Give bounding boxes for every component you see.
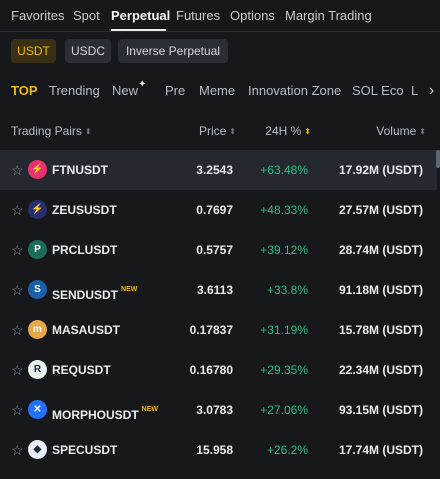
last-price: 3.6113: [196, 283, 233, 297]
pair-symbol-text: SPECUSDT: [52, 443, 118, 457]
change-24h: +29.35%: [260, 363, 308, 377]
category-filter-row: TOP Trending New ✦ Pre Meme Innovation Z…: [0, 78, 440, 104]
chip-usdc[interactable]: USDC: [65, 39, 111, 63]
scrollbar-thumb[interactable]: [436, 150, 440, 168]
table-row[interactable]: ☆ S SENDUSDT NEW 3.6113 +33.8% 91.18M (USDT): [0, 270, 437, 310]
volume-24h: 17.74M (USDT): [338, 443, 423, 457]
table-row[interactable]: ☆ ⚡ ZEUSUSDT 0.7697 +48.33% 27.57M (USDT): [0, 190, 437, 230]
favorite-star-icon[interactable]: ☆: [11, 162, 24, 178]
filter-new[interactable]: New: [112, 84, 138, 98]
chip-inverse-perpetual[interactable]: Inverse Perpetual: [118, 39, 228, 63]
tab-favorites[interactable]: Favorites: [11, 8, 64, 24]
header-24h-change[interactable]: 24H % ⬍: [265, 124, 311, 139]
pair-symbol: ZEUSUSDT: [52, 203, 117, 217]
table-row[interactable]: ☆ m MASAUSDT 0.17837 +31.19% 15.78M (USDT): [0, 310, 437, 350]
favorite-star-icon[interactable]: ☆: [11, 362, 24, 378]
favorite-star-icon[interactable]: ☆: [11, 202, 24, 218]
tab-margin-trading[interactable]: Margin Trading: [285, 8, 372, 24]
last-price: 0.7697: [196, 203, 233, 217]
favorite-star-icon[interactable]: ☆: [11, 442, 24, 458]
pair-symbol: MORPHOUSDT NEW: [52, 403, 158, 422]
table-row[interactable]: ☆ R REQUSDT 0.16780 +29.35% 22.34M (USDT): [0, 350, 437, 390]
change-24h: +26.2%: [266, 443, 308, 457]
sort-icon: ⬍: [229, 127, 236, 136]
ftn-coin-icon: ⚡: [28, 160, 47, 179]
filter-pre[interactable]: Pre: [165, 84, 185, 98]
pair-symbol-text: PRCLUSDT: [52, 243, 118, 257]
chip-usdt[interactable]: USDT: [11, 39, 56, 63]
header-trading-pairs[interactable]: Trading Pairs ⬍: [11, 124, 92, 139]
favorite-star-icon[interactable]: ☆: [11, 402, 24, 418]
change-24h: +63.48%: [260, 163, 308, 177]
pair-symbol-text: SENDUSDT: [52, 288, 119, 302]
last-price: 0.5757: [196, 243, 233, 257]
req-coin-icon: R: [28, 360, 47, 379]
new-badge: NEW: [121, 286, 138, 293]
change-24h: +33.8%: [266, 283, 308, 297]
tab-perpetual[interactable]: Perpetual: [111, 8, 170, 24]
volume-24h: 28.74M (USDT): [338, 243, 423, 257]
filter-trending[interactable]: Trending: [49, 84, 100, 98]
filter-sol-eco[interactable]: SOL Eco: [352, 84, 404, 98]
change-24h: +27.06%: [260, 403, 308, 417]
last-price: 15.958: [196, 443, 233, 457]
pair-symbol-text: MORPHOUSDT: [52, 408, 139, 422]
volume-24h: 91.18M (USDT): [338, 283, 423, 297]
volume-24h: 22.34M (USDT): [338, 363, 423, 377]
masa-coin-icon: m: [28, 320, 47, 339]
last-price: 0.16780: [189, 363, 233, 377]
favorite-star-icon[interactable]: ☆: [11, 322, 24, 338]
spec-coin-icon: ◆: [28, 440, 47, 459]
volume-24h: 93.15M (USDT): [338, 403, 423, 417]
send-coin-icon: S: [28, 280, 47, 299]
tab-spot[interactable]: Spot: [73, 8, 100, 24]
pair-symbol: PRCLUSDT: [52, 243, 117, 257]
favorite-star-icon[interactable]: ☆: [11, 282, 24, 298]
tab-options[interactable]: Options: [230, 8, 275, 24]
filter-truncated[interactable]: L: [411, 84, 418, 98]
pair-symbol: SPECUSDT: [52, 443, 117, 457]
active-tab-underline: [111, 29, 166, 31]
table-row[interactable]: ☆ ✕ MORPHOUSDT NEW 3.0783 +27.06% 93.15M (USDT…: [0, 390, 437, 430]
filter-top[interactable]: TOP: [11, 84, 38, 98]
change-24h: +48.33%: [260, 203, 308, 217]
change-24h: +39.12%: [260, 243, 308, 257]
filter-innovation-zone[interactable]: Innovation Zone: [248, 84, 341, 98]
table-row[interactable]: ☆ ⚡ FTNUSDT 3.2543 +63.48% 17.92M (USDT): [0, 150, 437, 190]
volume-24h: 15.78M (USDT): [338, 323, 423, 337]
header-price[interactable]: Price ⬍: [199, 124, 236, 139]
volume-24h: 17.92M (USDT): [338, 163, 423, 177]
table-row[interactable]: ☆ P PRCLUSDT 0.5757 +39.12% 28.74M (USDT): [0, 230, 437, 270]
sort-icon: ⬍: [84, 127, 92, 136]
zeus-coin-icon: ⚡: [28, 200, 47, 219]
filter-meme[interactable]: Meme: [199, 84, 235, 98]
pair-symbol-text: ZEUSUSDT: [52, 203, 117, 217]
volume-24h: 27.57M (USDT): [338, 203, 423, 217]
filters-scroll-right-button[interactable]: ›: [423, 82, 440, 100]
pair-symbol: FTNUSDT: [52, 163, 108, 177]
new-badge: NEW: [141, 406, 159, 413]
pair-symbol: MASAUSDT: [52, 323, 120, 337]
header-volume[interactable]: Volume ⬍: [376, 124, 426, 139]
favorite-star-icon[interactable]: ☆: [11, 242, 24, 258]
last-price: 3.2543: [196, 163, 233, 177]
morpho-coin-icon: ✕: [28, 400, 47, 419]
pair-symbol-text: FTNUSDT: [52, 163, 108, 177]
pair-symbol-text: MASAUSDT: [52, 323, 120, 337]
change-24h: +31.19%: [260, 323, 308, 337]
sort-icon: ⬍: [419, 127, 426, 136]
tab-futures[interactable]: Futures: [176, 8, 220, 24]
market-type-tabs: Favorites Spot Perpetual Futures Options…: [0, 0, 440, 32]
pair-symbol: SENDUSDT NEW: [52, 283, 137, 302]
last-price: 3.0783: [196, 403, 233, 417]
pair-symbol: REQUSDT: [52, 363, 111, 377]
chevron-right-icon: ›: [428, 82, 435, 99]
sparkle-icon: ✦: [138, 79, 147, 90]
prcl-coin-icon: P: [28, 240, 47, 259]
sort-descending-icon: ⬍: [304, 127, 311, 136]
table-row[interactable]: ☆ ◆ SPECUSDT 15.958 +26.2% 17.74M (USDT): [0, 430, 437, 470]
last-price: 0.17837: [189, 323, 233, 337]
pair-symbol-text: REQUSDT: [52, 363, 111, 377]
